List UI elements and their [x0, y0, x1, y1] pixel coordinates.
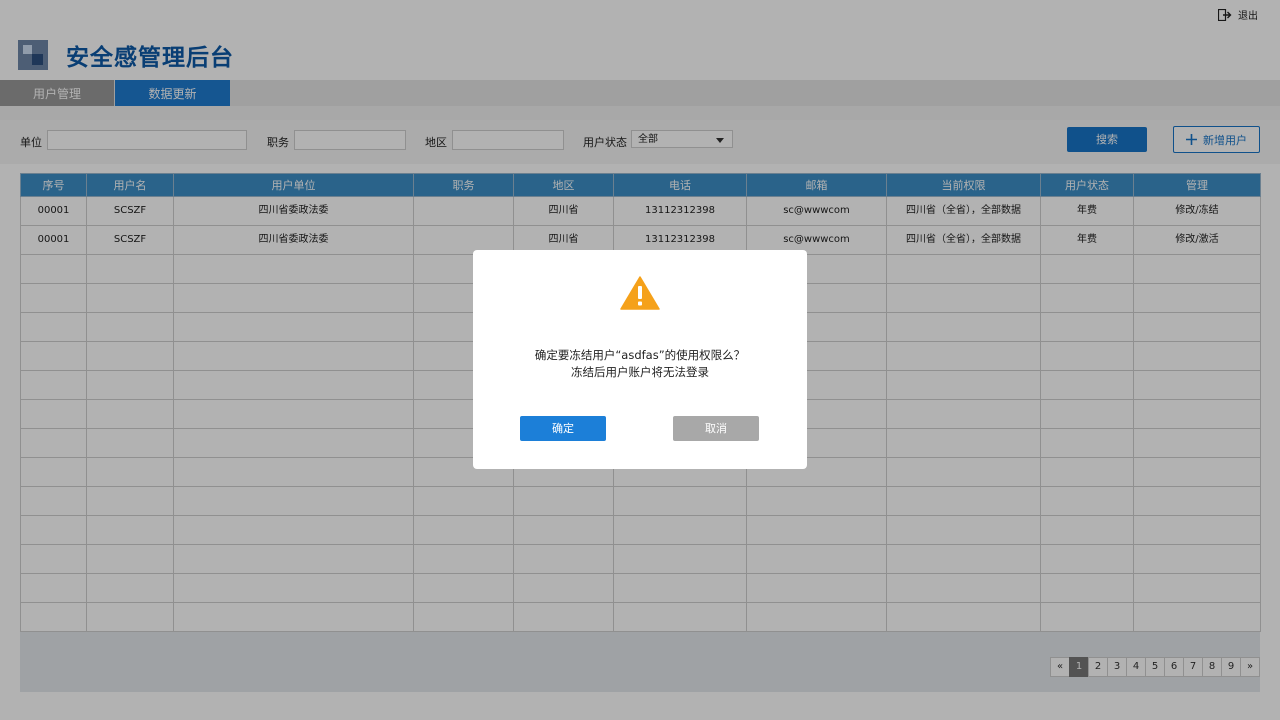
cancel-button[interactable]: 取消 [673, 416, 759, 441]
dialog-message: 确定要冻结用户“asdfas”的使用权限么？ [534, 348, 746, 362]
dialog-submessage: 冻结后用户账户将无法登录 [571, 365, 709, 379]
confirm-dialog: 确定要冻结用户“asdfas”的使用权限么？ 冻结后用户账户将无法登录 确定 取… [473, 250, 807, 469]
warning-icon [620, 276, 660, 310]
confirm-button[interactable]: 确定 [520, 416, 606, 441]
